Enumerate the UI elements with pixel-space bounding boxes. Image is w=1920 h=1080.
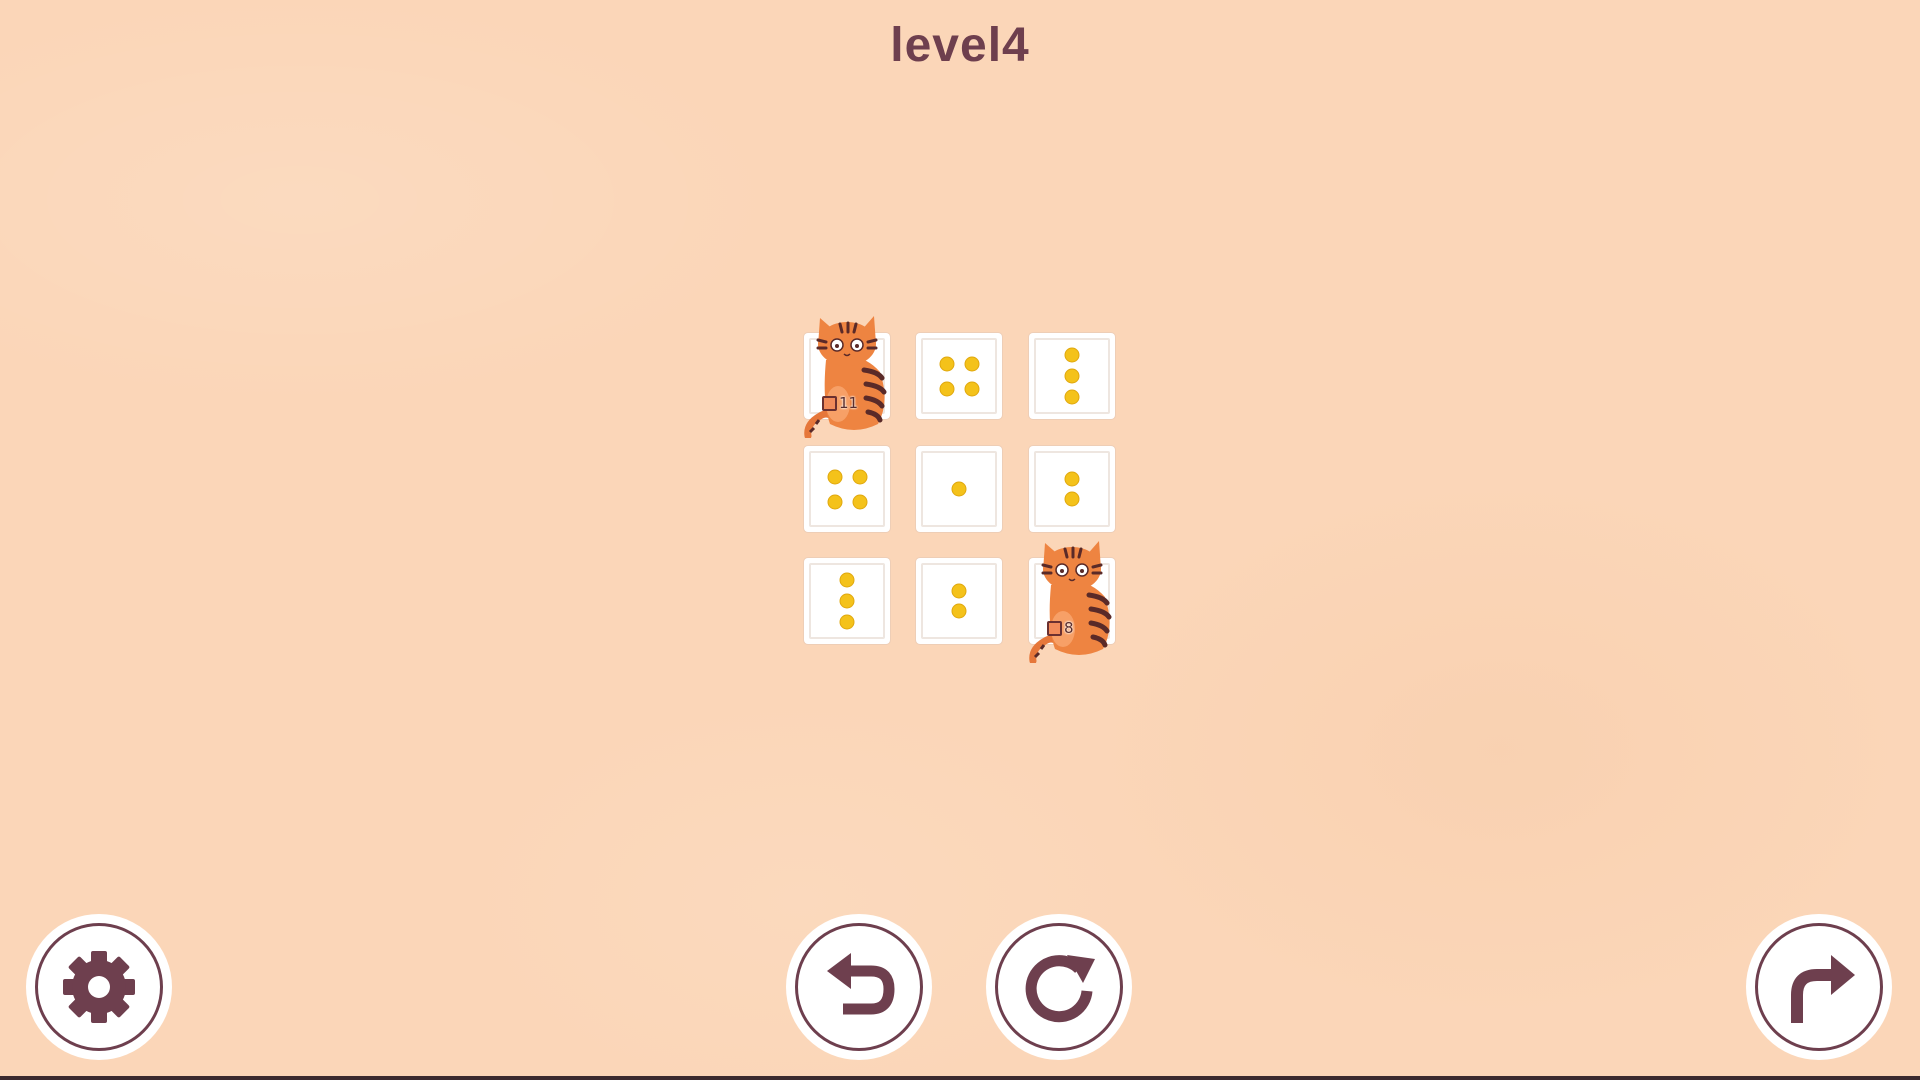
- cat-move-counter: 11: [822, 394, 858, 412]
- pip-dot: [839, 572, 855, 588]
- pip-dot: [852, 469, 868, 485]
- tile-r2-c1[interactable]: [804, 446, 890, 532]
- pips: [939, 356, 980, 397]
- tile-r3-c2[interactable]: [916, 558, 1002, 644]
- pip-dot: [852, 494, 868, 510]
- tile-r2-c3[interactable]: [1029, 446, 1115, 532]
- cat-piece-top-left[interactable]: 11: [804, 312, 894, 440]
- cat-piece-bottom-right[interactable]: 8: [1029, 537, 1119, 665]
- pip-dot: [964, 381, 980, 397]
- tile-r1-c3[interactable]: [1029, 333, 1115, 419]
- pips: [1064, 347, 1080, 405]
- cat-icon: [804, 316, 887, 440]
- undo-arrow-icon: [827, 953, 895, 1015]
- pip-dot: [1064, 471, 1080, 487]
- pip-dot: [951, 603, 967, 619]
- pip-dot: [939, 381, 955, 397]
- next-button[interactable]: [1746, 914, 1892, 1060]
- tile-r1-c2[interactable]: [916, 333, 1002, 419]
- pips: [951, 481, 967, 497]
- pip-dot: [839, 593, 855, 609]
- pip-dot: [964, 356, 980, 372]
- cat-move-counter: 8: [1047, 619, 1074, 637]
- restart-button[interactable]: [986, 914, 1132, 1060]
- cat-counter-value: 8: [1064, 619, 1074, 637]
- tile-r2-c2[interactable]: [916, 446, 1002, 532]
- pip-dot: [827, 494, 843, 510]
- settings-button[interactable]: [26, 914, 172, 1060]
- pip-dot: [951, 481, 967, 497]
- counter-box-icon: [822, 395, 837, 411]
- paper-background: [0, 0, 1920, 1080]
- cat-icon: [1029, 541, 1112, 665]
- cat-counter-value: 11: [839, 394, 859, 412]
- level-title: level4: [890, 19, 1030, 72]
- pip-dot: [1064, 389, 1080, 405]
- pip-dot: [951, 583, 967, 599]
- restart-icon: [1025, 955, 1095, 1023]
- pips: [839, 572, 855, 630]
- pip-dot: [1064, 347, 1080, 363]
- pip-dot: [1064, 368, 1080, 384]
- tile-r3-c1[interactable]: [804, 558, 890, 644]
- counter-box-icon: [1047, 620, 1062, 636]
- pips: [1064, 471, 1080, 507]
- pip-dot: [939, 356, 955, 372]
- pip-dot: [839, 614, 855, 630]
- pips: [827, 469, 868, 510]
- redo-arrow-icon: [1791, 955, 1855, 1023]
- gear-icon: [63, 951, 135, 1023]
- bottom-edge: [0, 1076, 1920, 1080]
- pips: [951, 583, 967, 619]
- pip-dot: [827, 469, 843, 485]
- pip-dot: [1064, 491, 1080, 507]
- undo-button[interactable]: [786, 914, 932, 1060]
